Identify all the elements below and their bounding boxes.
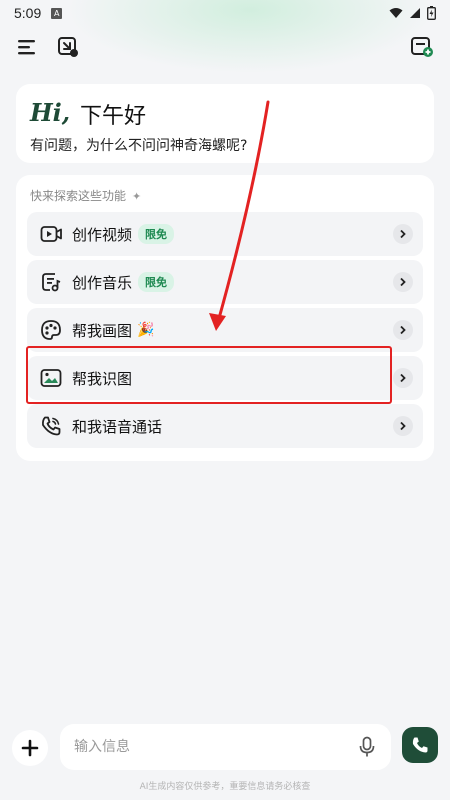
feature-create-video[interactable]: 创作视频 限免 bbox=[27, 212, 423, 256]
free-badge: 限免 bbox=[138, 224, 175, 244]
greeting-card: Hi, 下午好 有问题，为什么不问问神奇海螺呢? bbox=[16, 84, 434, 163]
new-chat-button[interactable] bbox=[408, 33, 436, 61]
music-icon bbox=[39, 270, 63, 294]
feature-recognize-image[interactable]: 帮我识图 bbox=[27, 356, 423, 400]
video-icon bbox=[39, 222, 63, 246]
party-popper-icon: 🎉 bbox=[137, 322, 155, 338]
new-chat-icon bbox=[411, 37, 433, 57]
message-input-box bbox=[60, 724, 391, 770]
palette-icon bbox=[39, 318, 63, 342]
explore-title: 快来探索这些功能 ✦ bbox=[30, 187, 141, 204]
chevron-right-icon bbox=[393, 416, 413, 436]
feature-label: 创作音乐 bbox=[72, 273, 133, 292]
feature-label: 帮我画图 bbox=[72, 321, 133, 340]
feature-create-music[interactable]: 创作音乐 限免 bbox=[27, 260, 423, 304]
ai-disclaimer: AI生成内容仅供参考，重要信息请务必核查 bbox=[139, 782, 311, 792]
image-icon bbox=[39, 366, 63, 390]
chevron-right-icon bbox=[393, 320, 413, 340]
status-time: 5:09 bbox=[14, 5, 42, 21]
screen-capture-icon bbox=[58, 37, 78, 57]
feature-label: 和我语音通话 bbox=[72, 417, 163, 436]
chevron-right-icon bbox=[393, 224, 413, 244]
explore-title-text: 快来探索这些功能 bbox=[30, 189, 127, 203]
voice-call-button[interactable] bbox=[402, 727, 438, 763]
chevron-right-icon bbox=[393, 368, 413, 388]
greeting-subtitle: 有问题，为什么不问问神奇海螺呢? bbox=[30, 138, 248, 154]
signal-icon bbox=[410, 8, 420, 18]
bottom-bar bbox=[0, 722, 450, 772]
free-badge: 限免 bbox=[138, 272, 175, 292]
sparkle-icon: ✦ bbox=[132, 190, 142, 203]
top-bar bbox=[0, 30, 450, 64]
menu-button[interactable] bbox=[13, 33, 41, 61]
phone-icon bbox=[39, 414, 63, 438]
chevron-right-icon bbox=[393, 272, 413, 292]
wifi-icon bbox=[389, 8, 403, 18]
message-input[interactable] bbox=[74, 736, 334, 758]
status-icons bbox=[389, 6, 436, 20]
phone-icon bbox=[412, 737, 428, 753]
microphone-button[interactable] bbox=[359, 736, 375, 762]
menu-icon bbox=[18, 40, 35, 55]
microphone-icon bbox=[359, 736, 375, 757]
explore-card: 快来探索这些功能 ✦ 创作视频 限免 创作音乐 限免 帮我画图 🎉 帮我识图 和… bbox=[16, 175, 434, 461]
plus-icon bbox=[21, 739, 39, 757]
greeting-text: 下午好 bbox=[80, 104, 147, 129]
add-button[interactable] bbox=[12, 730, 48, 766]
status-bar: 5:09 A bbox=[0, 0, 450, 26]
feature-draw-image[interactable]: 帮我画图 🎉 bbox=[27, 308, 423, 352]
battery-icon bbox=[427, 6, 436, 20]
feature-label: 创作视频 bbox=[72, 225, 133, 244]
screen-capture-button[interactable] bbox=[54, 33, 82, 61]
notification-icon: A bbox=[51, 7, 63, 19]
feature-label: 帮我识图 bbox=[72, 369, 133, 388]
feature-voice-call[interactable]: 和我语音通话 bbox=[27, 404, 423, 448]
greeting-hi: Hi, bbox=[30, 98, 71, 127]
